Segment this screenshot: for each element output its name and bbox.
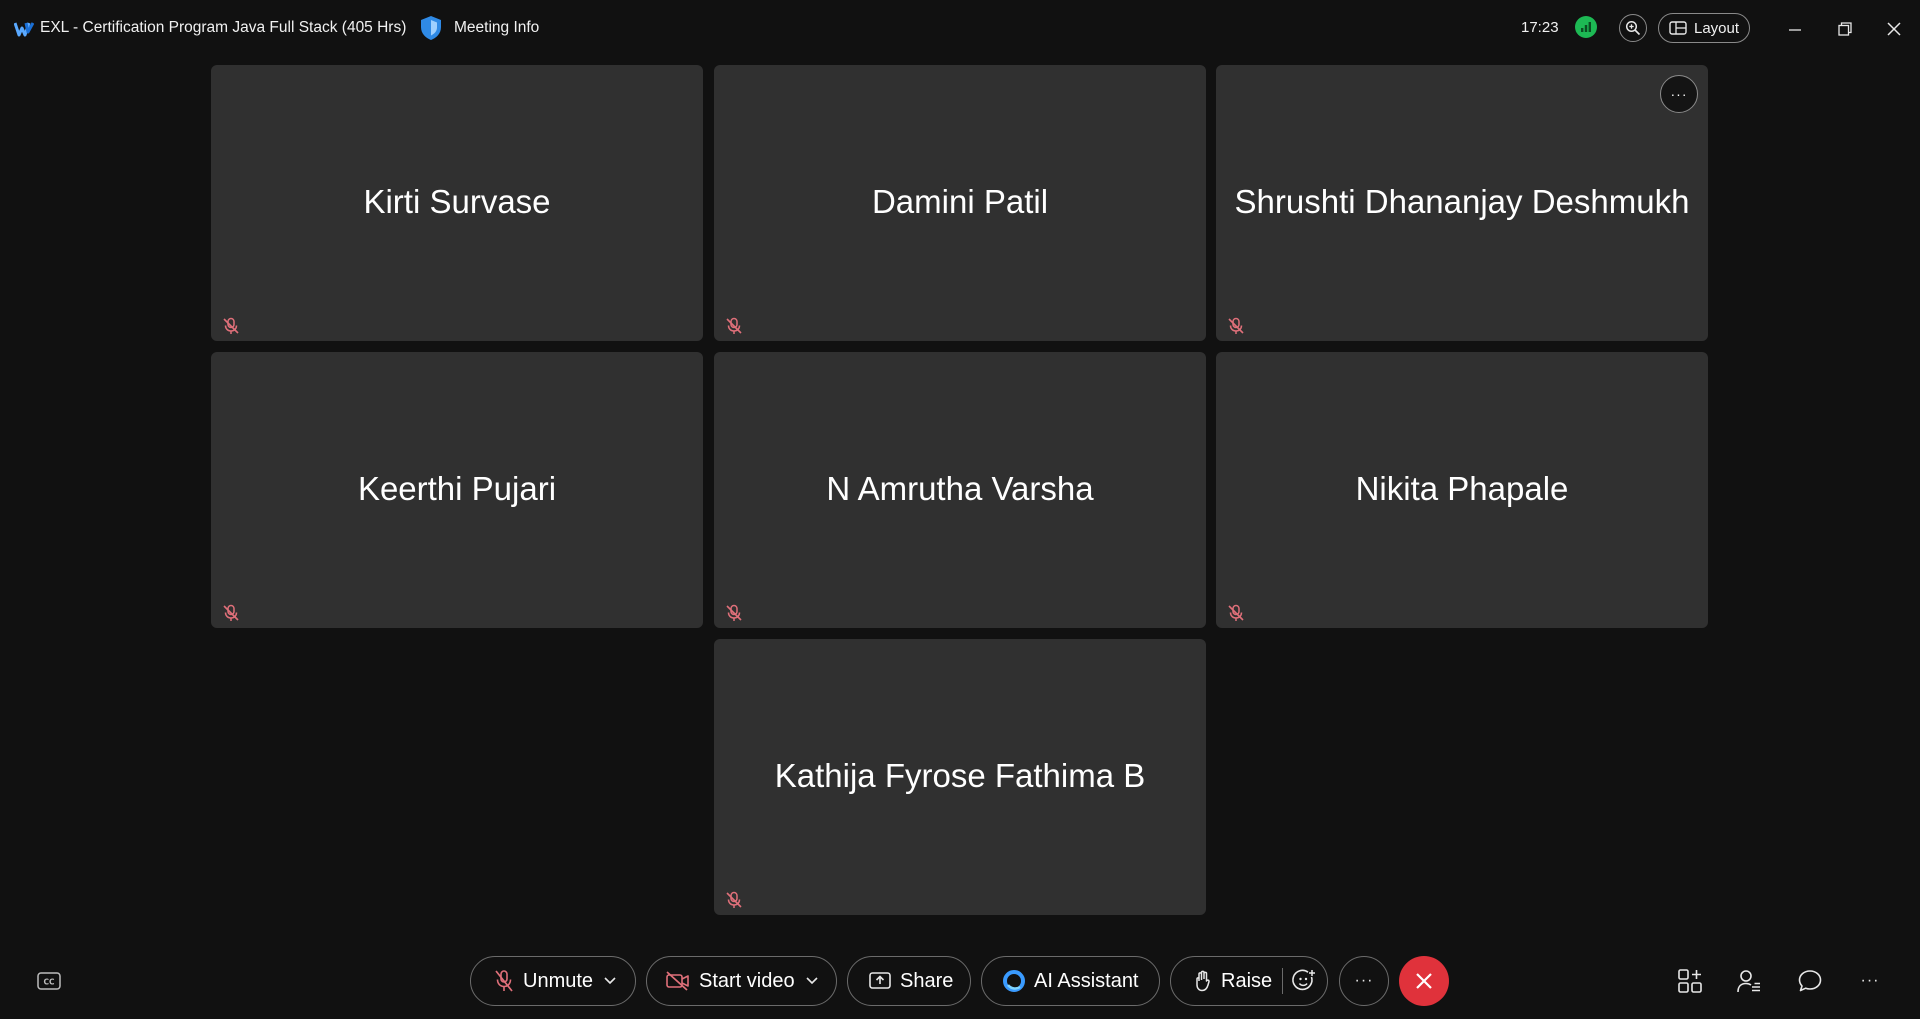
layout-grid-icon bbox=[1669, 21, 1687, 35]
participant-name: N Amrutha Varsha bbox=[826, 470, 1094, 507]
minimize-button[interactable] bbox=[1780, 14, 1810, 44]
ai-assistant-label: AI Assistant bbox=[1034, 969, 1139, 992]
restore-icon bbox=[1838, 22, 1852, 36]
webex-logo-icon bbox=[14, 22, 34, 37]
participants-button[interactable] bbox=[1735, 968, 1763, 994]
tile-more-options-button[interactable]: ··· bbox=[1660, 75, 1698, 113]
end-call-button[interactable] bbox=[1399, 956, 1449, 1006]
more-options-icon: ··· bbox=[1860, 972, 1880, 989]
participant-tile[interactable]: Kathija Fyrose Fathima B bbox=[714, 639, 1206, 915]
start-video-label: Start video bbox=[699, 969, 795, 992]
participant-name: Nikita Phapale bbox=[1355, 470, 1569, 507]
raise-hand-icon bbox=[1196, 970, 1210, 992]
minimize-icon bbox=[1789, 29, 1801, 31]
more-options-button[interactable]: ··· bbox=[1856, 968, 1884, 994]
participant-name: Damini Patil bbox=[871, 183, 1049, 220]
closed-caption-icon[interactable]: CC bbox=[36, 970, 62, 992]
participant-name: Keerthi Pujari bbox=[357, 470, 557, 507]
participant-tile[interactable]: Damini Patil bbox=[714, 65, 1206, 341]
video-off-icon bbox=[666, 971, 689, 991]
unmute-label: Unmute bbox=[523, 969, 594, 992]
participant-tile[interactable]: Nikita Phapale bbox=[1216, 352, 1708, 628]
microphone-muted-icon bbox=[1228, 317, 1244, 334]
reactions-icon[interactable] bbox=[1291, 968, 1317, 994]
title-bar: EXL - Certification Program Java Full St… bbox=[0, 0, 1920, 58]
microphone-muted-icon bbox=[726, 891, 742, 908]
chevron-down-icon[interactable] bbox=[805, 976, 819, 986]
participant-tile[interactable]: N Amrutha Varsha bbox=[714, 352, 1206, 628]
divider bbox=[1282, 968, 1284, 994]
chevron-down-icon[interactable] bbox=[603, 976, 617, 986]
more-options-icon: ··· bbox=[1354, 972, 1374, 989]
chat-button[interactable] bbox=[1796, 968, 1824, 994]
more-options-icon: ··· bbox=[1670, 86, 1688, 102]
meeting-title: EXL - Certification Program Java Full St… bbox=[40, 19, 407, 36]
ai-assistant-button[interactable]: AI Assistant bbox=[981, 956, 1160, 1006]
close-window-button[interactable] bbox=[1879, 14, 1909, 44]
microphone-muted-icon bbox=[223, 317, 239, 334]
participant-name: Kirti Survase bbox=[363, 183, 551, 220]
zoom-icon bbox=[1625, 20, 1641, 36]
svg-text:CC: CC bbox=[43, 978, 55, 987]
participant-name: Shrushti Dhananjay Deshmukh bbox=[1234, 183, 1690, 220]
close-icon bbox=[1887, 22, 1901, 36]
layout-button[interactable]: Layout bbox=[1658, 13, 1750, 43]
raise-label: Raise bbox=[1221, 969, 1273, 992]
participant-tile[interactable]: Kirti Survase bbox=[211, 65, 703, 341]
microphone-muted-icon bbox=[726, 604, 742, 621]
microphone-muted-icon bbox=[223, 604, 239, 621]
restore-button[interactable] bbox=[1830, 14, 1860, 44]
meeting-info-button[interactable]: Meeting Info bbox=[454, 19, 539, 37]
participants-icon bbox=[1737, 970, 1760, 993]
start-video-button[interactable]: Start video bbox=[646, 956, 837, 1006]
zoom-button[interactable] bbox=[1619, 14, 1647, 42]
participant-tile[interactable]: Keerthi Pujari bbox=[211, 352, 703, 628]
apps-button[interactable] bbox=[1676, 968, 1704, 994]
share-button[interactable]: Share bbox=[847, 956, 971, 1006]
end-call-icon bbox=[1416, 973, 1432, 989]
microphone-muted-icon bbox=[1228, 604, 1244, 621]
meeting-clock: 17:23 bbox=[1521, 19, 1559, 36]
share-label: Share bbox=[900, 969, 954, 992]
layout-label: Layout bbox=[1694, 19, 1740, 37]
unmute-button[interactable]: Unmute bbox=[470, 956, 636, 1006]
signal-icon[interactable] bbox=[1575, 16, 1597, 38]
apps-icon bbox=[1678, 969, 1702, 993]
participant-name: Kathija Fyrose Fathima B bbox=[774, 757, 1146, 794]
chat-icon bbox=[1798, 970, 1822, 992]
ai-assistant-icon bbox=[1003, 970, 1025, 992]
participant-tile[interactable]: Shrushti Dhananjay Deshmukh ··· bbox=[1216, 65, 1708, 341]
more-options-button[interactable]: ··· bbox=[1339, 956, 1389, 1006]
microphone-muted-icon bbox=[726, 317, 742, 334]
shield-icon[interactable] bbox=[420, 15, 442, 41]
share-screen-icon bbox=[869, 972, 891, 989]
microphone-muted-icon bbox=[495, 970, 513, 992]
raise-hand-button[interactable]: Raise bbox=[1170, 956, 1328, 1006]
